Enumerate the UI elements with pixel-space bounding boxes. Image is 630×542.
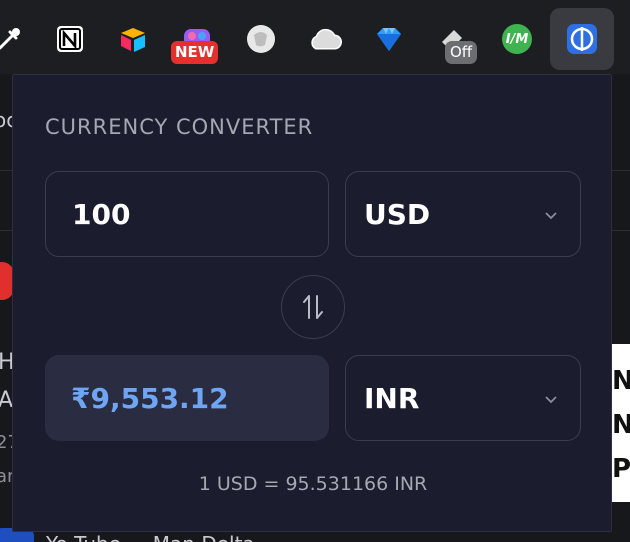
diamond-icon[interactable]	[372, 22, 406, 56]
white-circle-app-icon[interactable]	[244, 22, 278, 56]
chevron-down-icon	[544, 388, 558, 409]
notion-icon[interactable]	[53, 22, 87, 56]
off-badge: Off	[445, 41, 478, 64]
amount-input[interactable]	[45, 171, 329, 257]
airtable-icon[interactable]	[116, 22, 150, 56]
menu-bar: NEW Off I/M	[0, 0, 630, 74]
background-divider	[612, 230, 630, 231]
cloud-icon[interactable]	[308, 22, 342, 56]
chevron-down-icon	[544, 204, 558, 225]
exchange-rate-text: 1 USD = 95.531166 INR	[198, 473, 428, 495]
background-divider	[0, 170, 12, 171]
eyedropper-icon[interactable]	[0, 22, 26, 56]
im-app-icon[interactable]: I/M	[500, 22, 534, 56]
currency-converter-popup: CURRENCY CONVERTER USD ₹9,553.12 INR 1 U…	[12, 74, 612, 532]
background-divider	[612, 170, 630, 171]
currency-converter-icon[interactable]	[565, 22, 599, 56]
im-label: I/M	[505, 31, 529, 47]
background-thumbnail: N N P	[612, 344, 630, 502]
new-badge: NEW	[171, 41, 219, 64]
swap-arrows-icon	[303, 295, 323, 319]
background-text: Yo Tube ... Man Delta	[46, 532, 255, 542]
from-currency-select[interactable]: USD	[345, 171, 581, 257]
converted-result: ₹9,553.12	[45, 355, 329, 441]
background-divider	[0, 230, 12, 231]
to-currency-label: INR	[364, 381, 420, 415]
from-currency-label: USD	[364, 197, 431, 231]
popup-title: CURRENCY CONVERTER	[45, 115, 314, 139]
to-currency-select[interactable]: INR	[345, 355, 581, 441]
swap-currencies-button[interactable]	[281, 275, 345, 339]
